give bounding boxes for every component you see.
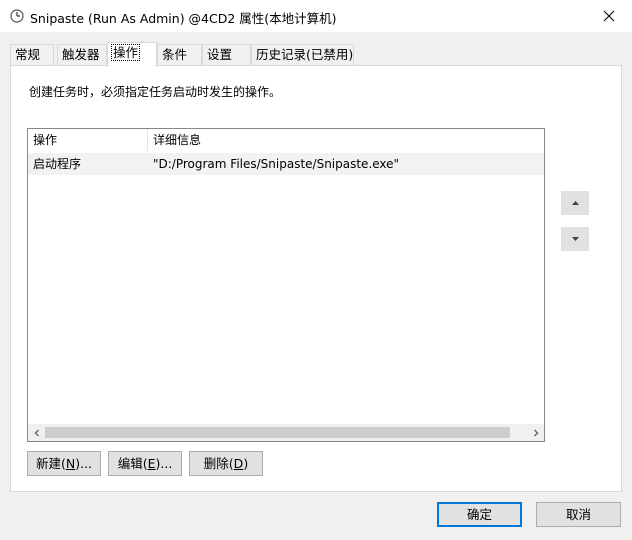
- scrollbar-thumb[interactable]: [45, 427, 510, 438]
- tab-history[interactable]: 历史记录(已禁用): [251, 44, 354, 66]
- table-row[interactable]: 启动程序 "D:/Program Files/Snipaste/Snipaste…: [28, 153, 544, 175]
- tab-general[interactable]: 常规: [10, 44, 54, 66]
- delete-button-label: 删除(: [203, 456, 234, 471]
- triangle-down-icon: [571, 237, 579, 241]
- tab-triggers[interactable]: 触发器: [57, 44, 107, 66]
- triangle-up-icon: [571, 201, 579, 205]
- cancel-button[interactable]: 取消: [536, 502, 621, 527]
- delete-action-button[interactable]: 删除(D): [189, 451, 263, 476]
- edit-button-accesskey: E: [147, 456, 156, 471]
- new-button-accesskey: N: [65, 456, 76, 471]
- tab-label: 历史记录(已禁用): [256, 47, 354, 62]
- tab-label: 条件: [162, 47, 188, 62]
- delete-button-accesskey: D: [233, 456, 244, 471]
- tab-settings[interactable]: 设置: [202, 44, 251, 66]
- tab-actions[interactable]: 操作: [107, 42, 157, 67]
- tab-label: 触发器: [62, 47, 100, 62]
- ok-button[interactable]: 确定: [437, 502, 522, 527]
- new-button-label: 新建(: [35, 456, 66, 471]
- chevron-right-icon: [533, 429, 538, 436]
- actions-list[interactable]: 操作 详细信息 启动程序 "D:/Program Files/Snipaste/…: [27, 128, 545, 442]
- new-button-suffix: )...: [75, 456, 93, 471]
- column-header-details[interactable]: 详细信息: [148, 129, 544, 151]
- row-detail-cell: "D:/Program Files/Snipaste/Snipaste.exe": [153, 157, 400, 171]
- actions-panel: 创建任务时，必须指定任务启动时发生的操作。 操作 详细信息 启动程序 "D:/P…: [10, 65, 622, 492]
- move-up-button[interactable]: [561, 191, 589, 215]
- edit-button-suffix: )...: [155, 456, 173, 471]
- tab-label: 常规: [15, 47, 41, 62]
- tab-label: 设置: [207, 47, 233, 62]
- close-button[interactable]: [586, 0, 632, 32]
- close-icon: [603, 10, 615, 22]
- new-action-button[interactable]: 新建(N)...: [27, 451, 101, 476]
- edit-button-label: 编辑(: [117, 456, 148, 471]
- tab-conditions[interactable]: 条件: [157, 44, 202, 66]
- delete-button-suffix: ): [243, 456, 249, 471]
- clock-icon: [10, 9, 24, 23]
- window-title: Snipaste (Run As Admin) @4CD2 属性(本地计算机): [30, 11, 337, 26]
- edit-action-button[interactable]: 编辑(E)...: [108, 451, 182, 476]
- panel-description: 创建任务时，必须指定任务启动时发生的操作。: [29, 85, 282, 99]
- column-header-action[interactable]: 操作: [28, 129, 147, 151]
- scroll-left-button[interactable]: [28, 424, 45, 441]
- chevron-left-icon: [34, 429, 39, 436]
- horizontal-scrollbar[interactable]: [28, 424, 544, 441]
- row-action-cell: 启动程序: [33, 157, 82, 171]
- title-bar: Snipaste (Run As Admin) @4CD2 属性(本地计算机): [0, 0, 632, 32]
- list-header: 操作 详细信息: [28, 129, 544, 151]
- scroll-right-button[interactable]: [527, 424, 544, 441]
- tab-label: 操作: [110, 44, 141, 61]
- move-down-button[interactable]: [561, 227, 589, 251]
- tab-strip: 常规 触发器 操作 条件 设置 历史记录(已禁用): [10, 42, 622, 67]
